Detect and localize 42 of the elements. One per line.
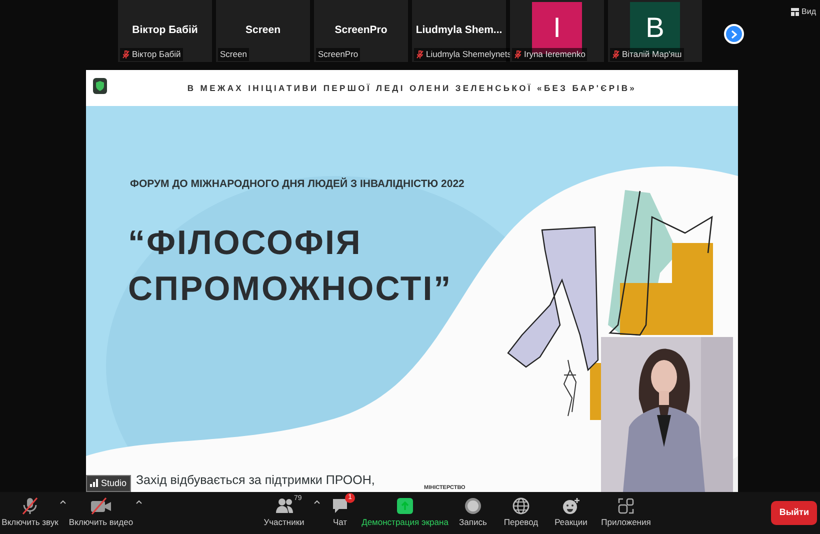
participant-label: Screen <box>220 48 247 61</box>
toolbar-button[interactable]: Приложения <box>596 497 656 528</box>
signal-icon <box>90 479 99 488</box>
chevron-right-icon <box>731 30 737 38</box>
leave-button[interactable]: Выйти <box>771 501 817 524</box>
apps-icon <box>617 497 635 515</box>
participant-name: Віктор Бабій <box>132 23 198 38</box>
caret-icon[interactable] <box>60 500 66 504</box>
participant-tile[interactable]: Віктор Бабій Віктор Бабій <box>118 0 212 62</box>
caret-icon[interactable] <box>136 500 142 504</box>
slide-title: “ФІЛОСОФІЯ СПРОМОЖНОСТІ” <box>128 222 452 310</box>
participant-name: Liudmyla Shem... <box>416 23 502 38</box>
participant-tile[interactable]: B Віталій Мар'яш <box>608 0 702 62</box>
participant-label: ScreenPro <box>318 48 358 61</box>
caret-icon[interactable] <box>314 500 320 504</box>
slide-footer-text: Захід відбувається за підтримки ПРООН, <box>136 472 375 490</box>
next-page-button[interactable] <box>724 24 744 44</box>
view-button[interactable]: Вид <box>802 6 816 18</box>
toolbar-button[interactable]: Запись <box>450 497 496 528</box>
participant-tile[interactable]: I Iryna Ieremenko <box>510 0 604 62</box>
participant-name: Screen <box>245 23 281 38</box>
studio-label: Studio <box>101 476 127 490</box>
toolbar-button[interactable]: Включить видео <box>66 497 136 528</box>
people-icon <box>275 497 293 515</box>
toolbar-button[interactable]: Демонстрация экрана <box>360 497 450 528</box>
slide-subtitle: ФОРУМ ДО МІЖНАРОДНОГО ДНЯ ЛЮДЕЙ З ІНВАЛІДНІСТЮ 2022 <box>130 177 464 192</box>
smiley-icon <box>562 497 580 515</box>
globe-icon <box>512 497 530 515</box>
participant-label: Віктор Бабій <box>132 48 181 61</box>
toolbar-button[interactable]: Включить звук <box>0 497 60 528</box>
speech-bubble-icon <box>331 497 349 515</box>
participant-label: Iryna Ieremenko <box>524 48 586 61</box>
participant-tile[interactable]: Screen Screen <box>216 0 310 62</box>
participant-name: ScreenPro <box>334 23 388 38</box>
toolbar-button[interactable]: Перевод <box>496 497 546 528</box>
toolbar-button[interactable]: Реакции <box>546 497 596 528</box>
slide-header-text: В МЕЖАХ ІНІЦІАТИВИ ПЕРШОЇ ЛЕДІ ОЛЕНИ ЗЕЛЕНСЬКОЇ «БЕЗ БАР'ЄРІВ» <box>187 82 637 94</box>
record-icon <box>464 497 482 515</box>
participant-tile[interactable]: ScreenPro ScreenPro <box>314 0 408 62</box>
shield-icon <box>93 78 107 94</box>
participant-label: Віталій Мар'яш <box>622 48 682 61</box>
grid-icon <box>790 8 799 16</box>
